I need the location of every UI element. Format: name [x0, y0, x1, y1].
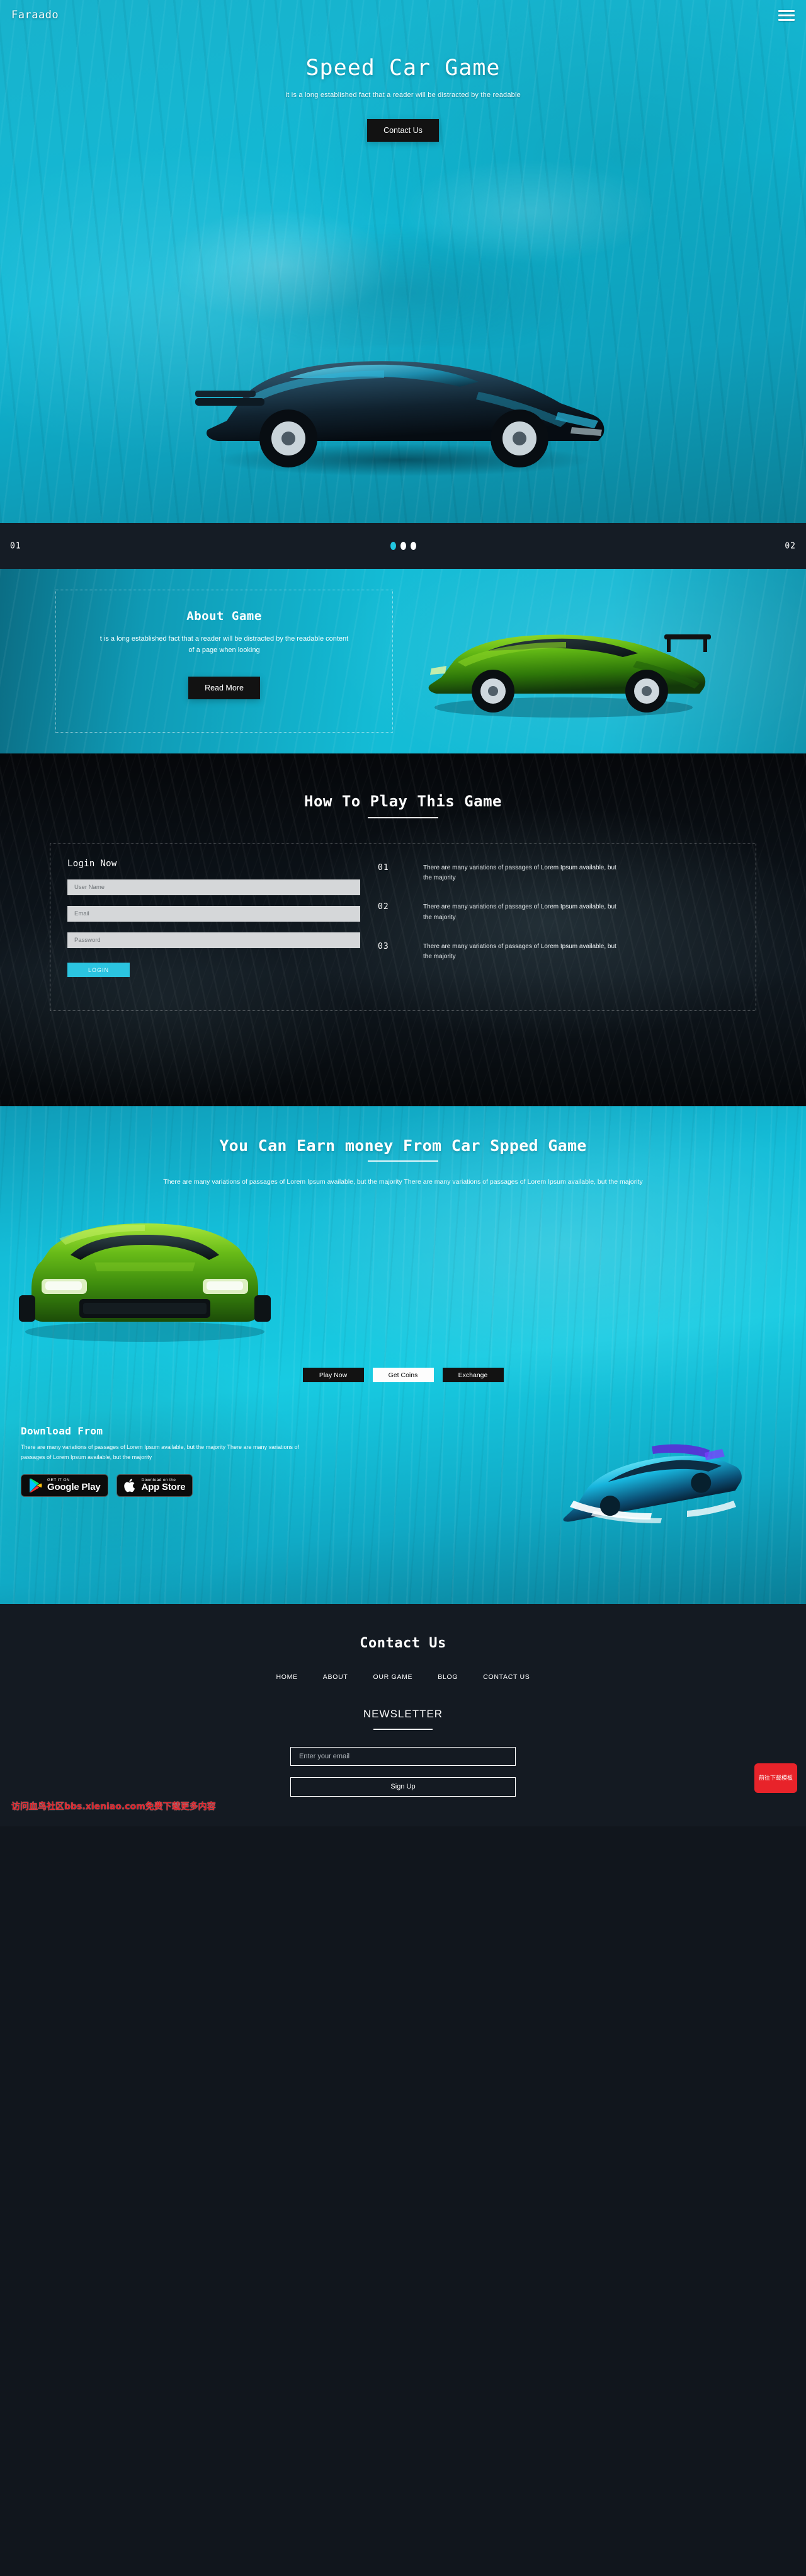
- earn-paragraph: There are many variations of passages of…: [163, 1178, 643, 1186]
- how-to-play-panel: Login Now User Name Email Password LOGIN…: [50, 844, 756, 1011]
- username-placeholder: User Name: [74, 884, 105, 891]
- carousel-dot-2[interactable]: [400, 542, 406, 550]
- username-input[interactable]: User Name: [67, 879, 360, 895]
- google-play-text: GET IT ON Google Play: [47, 1478, 101, 1492]
- app-store-big-label: App Store: [141, 1482, 186, 1493]
- heading-underline: [368, 817, 438, 818]
- hero-section: Faraado Speed Car Game It is a long esta…: [0, 0, 806, 523]
- carousel-dots: [390, 542, 416, 550]
- signup-button[interactable]: Sign Up: [290, 1777, 516, 1797]
- step-number: 01: [378, 863, 389, 873]
- newsletter-email-placeholder: Enter your email: [299, 1752, 350, 1760]
- google-play-badge[interactable]: GET IT ON Google Play: [21, 1474, 108, 1497]
- top-navigation-bar: Faraado: [0, 0, 806, 30]
- footer-navigation: HOME ABOUT OUR GAME BLOG CONTACT US: [0, 1673, 806, 1681]
- app-store-badge[interactable]: Download on the App Store: [116, 1474, 193, 1497]
- footer-link-about[interactable]: ABOUT: [323, 1673, 348, 1681]
- login-submit-button[interactable]: LOGIN: [67, 963, 130, 977]
- step-item: 01 There are many variations of passages…: [378, 863, 743, 883]
- about-section: About Game t is a long established fact …: [0, 569, 806, 753]
- earn-money-section: You Can Earn money From Car Spped Game T…: [0, 1106, 806, 1604]
- newsletter-underline: [373, 1729, 433, 1730]
- earn-action-buttons: Play Now Get Coins Exchange: [0, 1368, 806, 1383]
- hamburger-line: [778, 18, 795, 21]
- download-template-floating-button[interactable]: 前往下载模板: [754, 1763, 797, 1793]
- carousel-dot-3[interactable]: [410, 542, 416, 550]
- step-number: 02: [378, 902, 389, 912]
- get-coins-button[interactable]: Get Coins: [372, 1368, 434, 1383]
- how-to-play-heading: How To Play This Game: [304, 793, 502, 810]
- about-title: About Game: [186, 609, 262, 623]
- step-text: There are many variations of passages of…: [423, 864, 616, 882]
- login-form: Login Now User Name Email Password LOGIN: [50, 844, 378, 1010]
- newsletter-email-input[interactable]: Enter your email: [290, 1746, 516, 1766]
- contact-us-button[interactable]: Contact Us: [367, 119, 439, 142]
- step-item: 03 There are many variations of passages…: [378, 942, 743, 962]
- earn-green-car-front-image: [19, 1223, 271, 1342]
- about-button-wrap: Read More: [56, 677, 392, 700]
- site-logo[interactable]: Faraado: [11, 9, 59, 21]
- watermark-text: 访问血鸟社区bbs.xieniao.com免费下载更多内容: [11, 1802, 216, 1812]
- footer-link-contact-us[interactable]: CONTACT US: [483, 1673, 530, 1681]
- hamburger-line: [778, 9, 795, 12]
- heading-underline: [368, 1160, 438, 1162]
- hero-content: Speed Car Game It is a long established …: [0, 30, 806, 142]
- how-to-play-section: How To Play This Game Login Now User Nam…: [0, 753, 806, 1106]
- read-more-button[interactable]: Read More: [188, 677, 260, 700]
- download-text: There are many variations of passages of…: [21, 1444, 300, 1460]
- step-item: 02 There are many variations of passages…: [378, 902, 743, 922]
- carousel-dot-1[interactable]: [390, 542, 396, 550]
- email-input[interactable]: Email: [67, 906, 360, 922]
- exchange-button[interactable]: Exchange: [442, 1368, 504, 1383]
- play-now-button[interactable]: Play Now: [302, 1368, 364, 1383]
- hamburger-line: [778, 14, 795, 16]
- footer-link-our-game[interactable]: OUR GAME: [373, 1673, 412, 1681]
- hero-subtitle: It is a long established fact that a rea…: [285, 91, 521, 99]
- hero-cta-wrap: Contact Us: [0, 119, 806, 142]
- login-form-title: Login Now: [67, 859, 117, 869]
- app-store-text: Download on the App Store: [142, 1478, 186, 1492]
- carousel-index-total: 02: [785, 541, 796, 551]
- hero-sports-car-image: [195, 361, 604, 476]
- carousel-control-bar: 01 02: [0, 523, 806, 569]
- password-input[interactable]: Password: [67, 932, 360, 948]
- email-placeholder: Email: [74, 910, 89, 917]
- blue-splash-car-image: [563, 1444, 742, 1523]
- step-text: There are many variations of passages of…: [423, 903, 616, 921]
- store-badges: GET IT ON Google Play Download on the Ap…: [21, 1474, 403, 1497]
- download-block: Download From There are many variations …: [0, 1425, 403, 1497]
- hamburger-menu-icon[interactable]: [778, 8, 795, 23]
- earn-heading: You Can Earn money From Car Spped Game: [219, 1136, 587, 1155]
- site-footer: Contact Us HOME ABOUT OUR GAME BLOG CONT…: [0, 1604, 806, 1826]
- about-text: t is a long established fact that a read…: [99, 635, 349, 655]
- footer-heading: Contact Us: [360, 1635, 446, 1651]
- carousel-index-current: 01: [10, 541, 21, 551]
- apple-icon: [123, 1479, 135, 1492]
- google-play-big-label: Google Play: [47, 1482, 101, 1493]
- steps-list: 01 There are many variations of passages…: [378, 844, 756, 1010]
- google-play-icon: [30, 1479, 42, 1493]
- footer-link-home[interactable]: HOME: [276, 1673, 297, 1681]
- download-heading: Download From: [21, 1425, 103, 1438]
- password-placeholder: Password: [74, 937, 101, 944]
- footer-link-blog[interactable]: BLOG: [438, 1673, 458, 1681]
- newsletter-title: NEWSLETTER: [363, 1708, 443, 1720]
- about-card: About Game t is a long established fact …: [55, 590, 393, 733]
- step-text: There are many variations of passages of…: [423, 942, 616, 960]
- step-number: 03: [378, 941, 389, 951]
- hero-title: Speed Car Game: [305, 55, 501, 81]
- about-green-car-image: [428, 634, 711, 718]
- landing-page: Faraado Speed Car Game It is a long esta…: [0, 0, 806, 1826]
